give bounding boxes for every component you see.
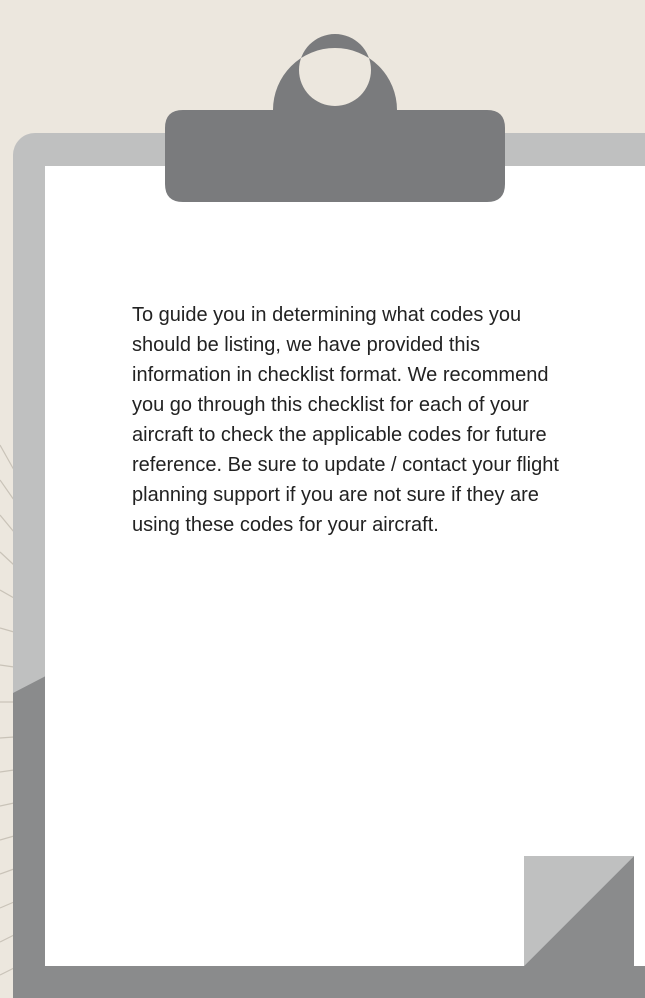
clipboard-scene: To guide you in determining what codes y…: [0, 0, 645, 998]
checklist-intro-text: To guide you in determining what codes y…: [132, 304, 559, 536]
paper-sheet: [45, 166, 645, 966]
clipboard-clip-icon: [165, 34, 505, 202]
page-curl-icon: [524, 856, 634, 966]
